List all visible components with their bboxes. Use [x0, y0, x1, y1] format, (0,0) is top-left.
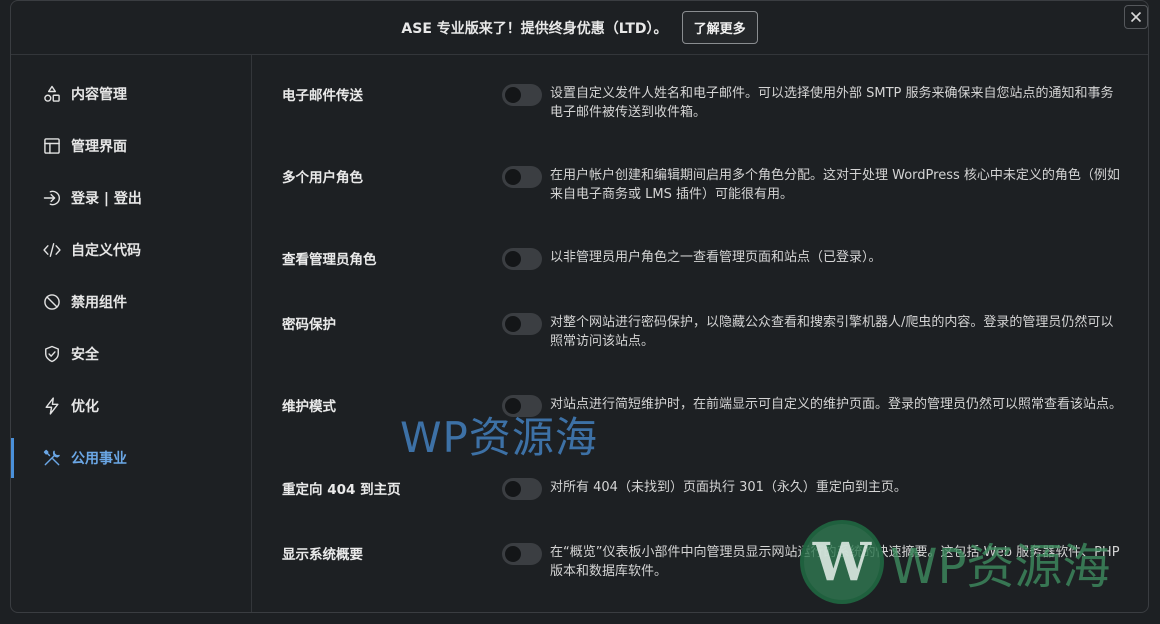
- sidebar-item-content-management[interactable]: 内容管理: [11, 74, 250, 114]
- sidebar-item-security[interactable]: 安全: [11, 334, 250, 374]
- settings-panel: ASE 专业版来了！提供终身优惠（LTD）。 了解更多 内容管理 管理界面 登录…: [10, 0, 1149, 613]
- sidebar-item-label: 登录 | 登出: [71, 191, 142, 207]
- setting-title: 重定向 404 到主页: [282, 482, 401, 498]
- close-button[interactable]: [1124, 5, 1148, 29]
- setting-description: 对站点进行简短维护时，在前端显示可自定义的维护页面。登录的管理员仍然可以照常查看…: [550, 397, 1123, 412]
- setting-title: 多个用户角色: [282, 170, 363, 186]
- setting-description: 对整个网站进行密码保护，以隐藏公众查看和搜索引擎机器人/爬虫的内容。登录的管理员…: [550, 315, 1114, 349]
- setting-title: 查看管理员角色: [282, 252, 377, 268]
- learn-more-button[interactable]: 了解更多: [681, 11, 758, 44]
- setting-title: 电子邮件传送: [282, 88, 363, 104]
- sidebar-item-login-logout[interactable]: 登录 | 登出: [11, 178, 250, 218]
- ban-icon: [41, 291, 63, 313]
- sidebar-item-label: 管理界面: [71, 139, 127, 155]
- sidebar-item-label: 优化: [71, 399, 99, 415]
- shapes-icon: [41, 83, 63, 105]
- system-summary-toggle[interactable]: [502, 543, 542, 565]
- sidebar-item-label: 自定义代码: [71, 243, 141, 259]
- setting-title: 密码保护: [282, 317, 336, 333]
- sidebar-item-disable-components[interactable]: 禁用组件: [11, 282, 250, 322]
- redirect-404-toggle[interactable]: [502, 478, 542, 500]
- sidebar-item-label: 安全: [71, 347, 99, 363]
- sidebar-item-optimization[interactable]: 优化: [11, 386, 250, 426]
- setting-title: 维护模式: [282, 399, 336, 415]
- settings-list: 电子邮件传送 设置自定义发件人姓名和电子邮件。可以选择使用外部 SMTP 服务来…: [252, 54, 1148, 612]
- toggle-knob: [505, 316, 521, 332]
- sidebar-item-label: 禁用组件: [71, 295, 127, 311]
- sidebar-item-label: 公用事业: [71, 451, 127, 467]
- login-icon: [41, 187, 63, 209]
- sidebar: 内容管理 管理界面 登录 | 登出 自定义代码 禁用组件 安全 优化 公用事业: [11, 54, 252, 612]
- sidebar-item-custom-code[interactable]: 自定义代码: [11, 230, 250, 270]
- setting-description: 以非管理员用户角色之一查看管理页面和站点（已登录）。: [550, 250, 882, 265]
- toggle-knob: [505, 169, 521, 185]
- bolt-icon: [41, 395, 63, 417]
- close-icon: [1130, 11, 1142, 23]
- view-admin-as-role-toggle[interactable]: [502, 248, 542, 270]
- toggle-knob: [505, 251, 521, 267]
- code-icon: [41, 239, 63, 261]
- sidebar-item-label: 内容管理: [71, 87, 127, 103]
- layout-icon: [41, 135, 63, 157]
- password-protection-toggle[interactable]: [502, 313, 542, 335]
- setting-description: 设置自定义发件人姓名和电子邮件。可以选择使用外部 SMTP 服务来确保来自您站点…: [550, 86, 1114, 120]
- maintenance-mode-toggle[interactable]: [502, 395, 542, 417]
- toggle-knob: [505, 546, 521, 562]
- toggle-knob: [505, 87, 521, 103]
- sidebar-item-admin-interface[interactable]: 管理界面: [11, 126, 250, 166]
- toggle-knob: [505, 398, 521, 414]
- tools-icon: [41, 447, 63, 469]
- promo-text: ASE 专业版来了！提供终身优惠（LTD）。: [401, 20, 668, 37]
- shield-icon: [41, 343, 63, 365]
- email-delivery-toggle[interactable]: [502, 84, 542, 106]
- sidebar-item-utilities[interactable]: 公用事业: [11, 438, 250, 478]
- promo-banner: ASE 专业版来了！提供终身优惠（LTD）。 了解更多: [11, 1, 1148, 55]
- setting-description: 在用户帐户创建和编辑期间启用多个角色分配。这对于处理 WordPress 核心中…: [550, 168, 1120, 202]
- multiple-user-roles-toggle[interactable]: [502, 166, 542, 188]
- setting-description: 在“概览”仪表板小部件中向管理员显示网站运行的系统的快速摘要。这包括 Web 服…: [550, 545, 1120, 579]
- setting-description: 对所有 404（未找到）页面执行 301（永久）重定向到主页。: [550, 480, 907, 495]
- setting-title: 显示系统概要: [282, 547, 363, 563]
- toggle-knob: [505, 481, 521, 497]
